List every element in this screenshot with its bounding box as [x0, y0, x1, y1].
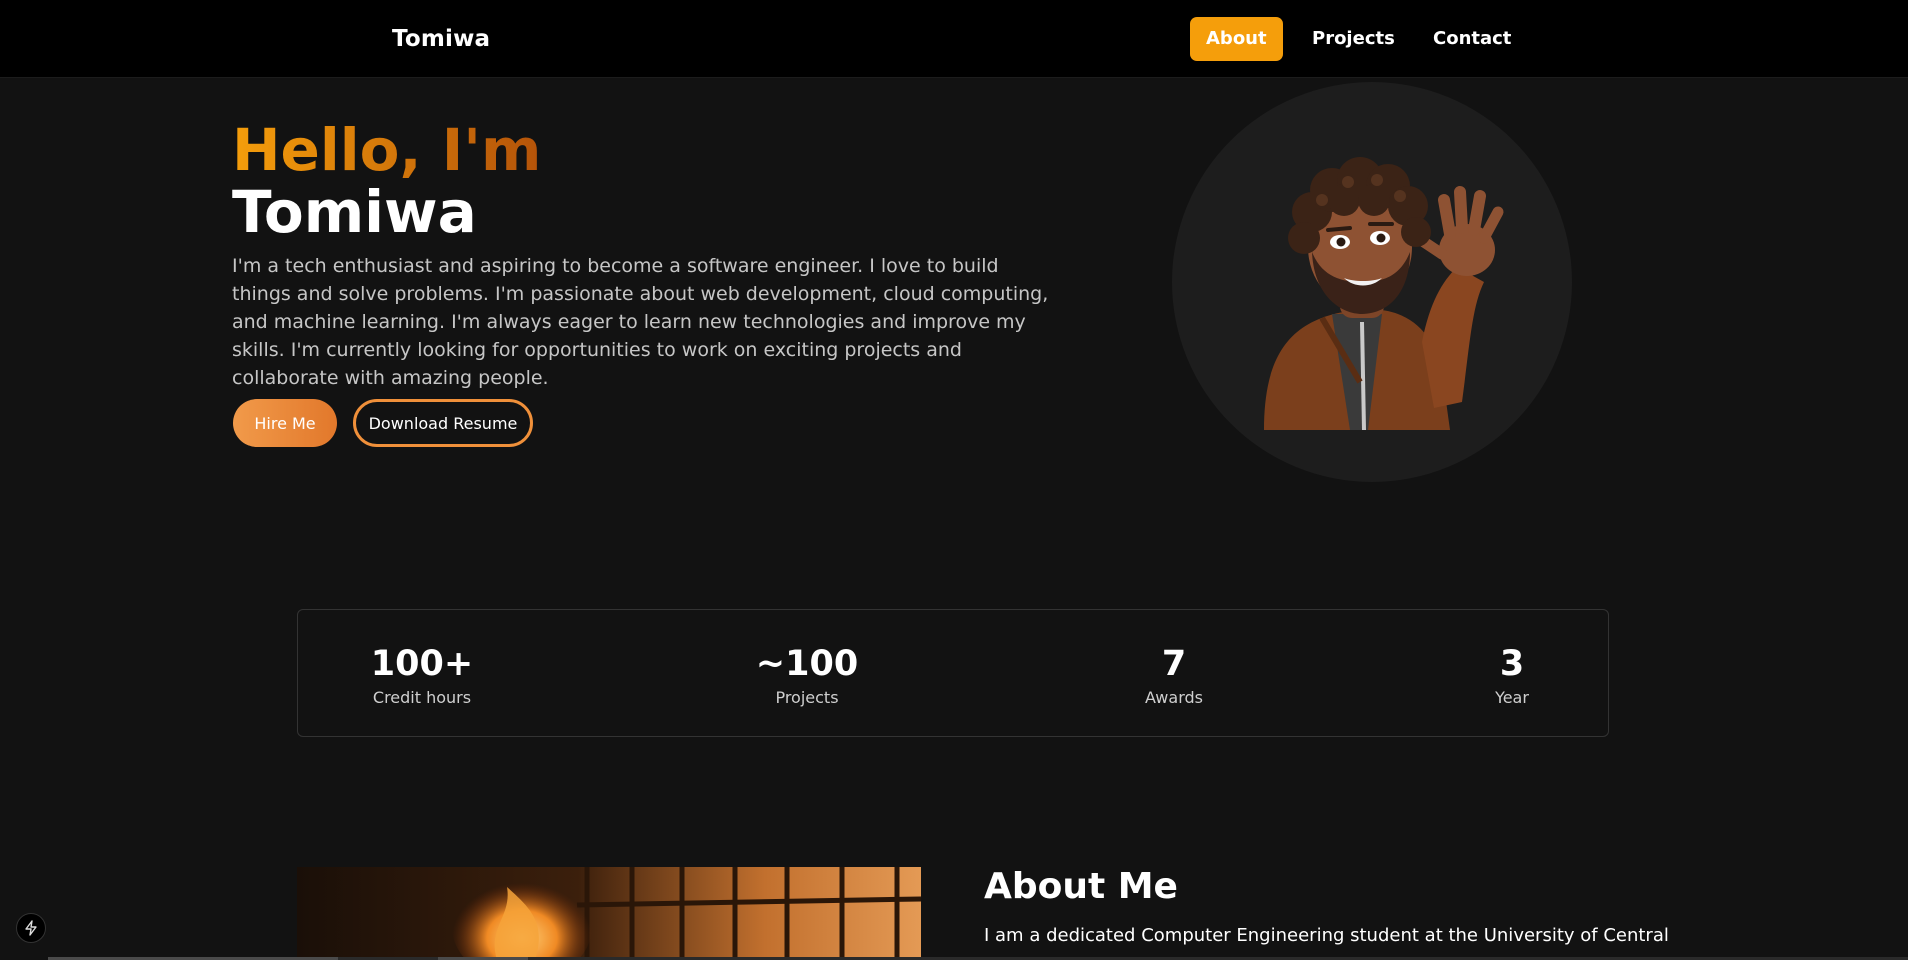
nav-link-contact[interactable]: Contact — [1417, 17, 1527, 61]
nav-link-projects[interactable]: Projects — [1296, 17, 1411, 61]
waving-avatar-icon — [1264, 157, 1504, 431]
download-resume-button[interactable]: Download Resume — [353, 399, 533, 447]
hire-me-button[interactable]: Hire Me — [233, 399, 337, 447]
about-title: About Me — [984, 866, 1178, 907]
hero-bio: I'm a tech enthusiast and aspiring to be… — [232, 255, 1049, 389]
about-image — [297, 867, 921, 960]
brand-logo[interactable]: Tomiwa — [392, 26, 490, 52]
dev-tools-badge[interactable] — [16, 913, 46, 943]
fire-window-photo-icon — [297, 867, 921, 960]
stat-value: ~100 — [755, 644, 859, 684]
stat-value: 3 — [1499, 644, 1525, 684]
hero-name: Tomiwa — [232, 178, 477, 246]
stat-credit-hours: 100+ Credit hours — [322, 644, 522, 707]
stats-card: 100+ Credit hours ~100 Projects 7 Awards… — [297, 609, 1609, 737]
about-text: I am a dedicated Computer Engineering st… — [984, 925, 1669, 946]
stat-year: 3 Year — [1412, 644, 1612, 707]
lightning-icon — [25, 920, 37, 936]
stat-label: Year — [1495, 688, 1529, 707]
stat-value: 100+ — [370, 644, 474, 684]
stat-label: Projects — [775, 688, 839, 707]
stat-value: 7 — [1161, 644, 1187, 684]
stat-label: Credit hours — [372, 688, 472, 707]
stat-projects: ~100 Projects — [707, 644, 907, 707]
top-navbar: Tomiwa About Projects Contact — [0, 0, 1908, 78]
stat-awards: 7 Awards — [1074, 644, 1274, 707]
avatar — [1172, 82, 1572, 482]
stat-label: Awards — [1145, 688, 1203, 707]
nav-link-about[interactable]: About — [1190, 17, 1283, 61]
